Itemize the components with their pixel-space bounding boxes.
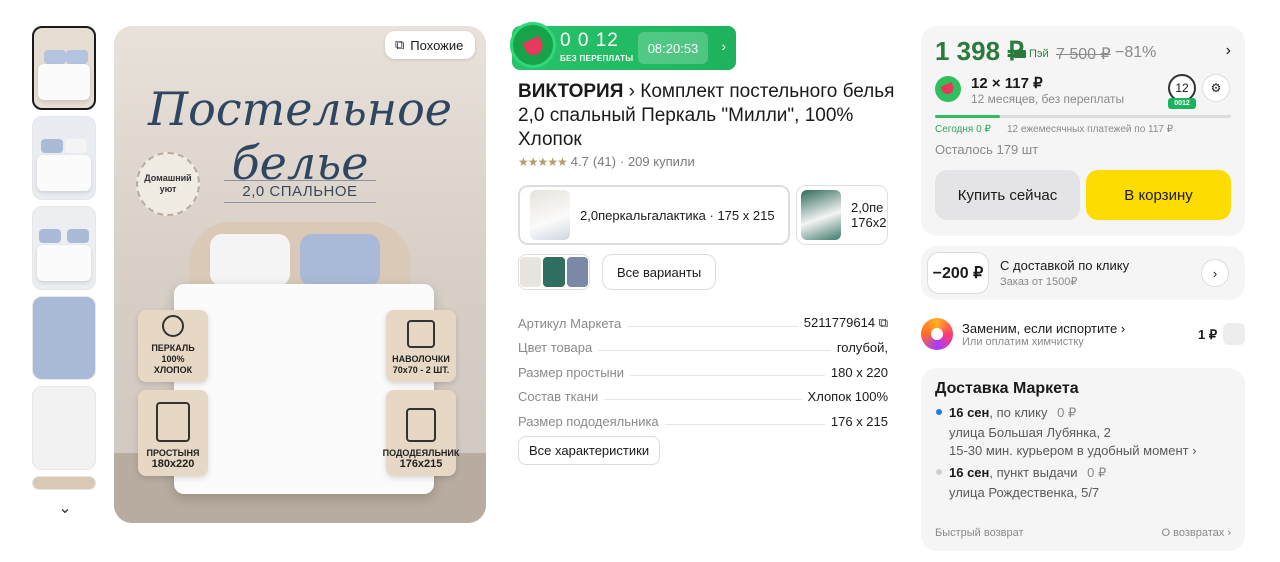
split-logo-icon xyxy=(510,22,556,68)
fast-return: Быстрый возврат xyxy=(935,527,1024,539)
variant-label: 2,0пе 176x2 xyxy=(851,200,887,230)
spec-row: Цвет товара голубой, xyxy=(518,340,888,355)
card-icon xyxy=(1014,50,1026,58)
chevron-right-icon: › xyxy=(721,38,726,54)
variant-mini-thumbs[interactable] xyxy=(518,254,590,290)
thumbnail-1[interactable] xyxy=(32,26,96,110)
split-progress-bar xyxy=(935,115,1231,118)
thumbnail-2[interactable] xyxy=(32,116,96,200)
similar-button[interactable]: ⧉ Похожие xyxy=(385,31,476,59)
bought-count: · 209 купили xyxy=(620,154,695,169)
pay-badge: Пэй xyxy=(1014,48,1049,60)
returns-link[interactable]: О возвратах › xyxy=(1162,527,1231,539)
delivery-promo-title: С доставкой по клику xyxy=(1000,258,1130,273)
delivery-address-2: улица Рождественка, 5/7 xyxy=(949,485,1100,500)
stock-left: Осталось 179 шт xyxy=(935,142,1039,157)
spec-row: Состав ткани Хлопок 100% xyxy=(518,389,888,404)
replace-service-icon xyxy=(921,318,953,350)
sheet-badge: ПРОСТЫНЯ 180x220 xyxy=(138,390,208,476)
hero-subtitle: 2,0 СПАЛЬНОЕ xyxy=(224,180,376,203)
split-amount: 0 0 12 xyxy=(560,30,619,51)
spec-row: Артикул Маркета 5211779614 ⧉ xyxy=(518,314,888,331)
settings-icon[interactable]: ⚙ xyxy=(1202,74,1230,102)
monthly-payments: 12 ежемесячных платежей по 117 ₽ xyxy=(1007,124,1174,135)
delivery-option-2[interactable]: 16 сен, пункт выдачи 0 ₽ xyxy=(949,465,1106,481)
duvet-cover-icon xyxy=(406,408,436,442)
variant-option[interactable]: 2,0пе 176x2 xyxy=(796,185,888,245)
split-banner[interactable]: 0 0 12 БЕЗ ПЕРЕПЛАТЫ 08:20:53 › xyxy=(510,22,736,70)
discount: −81% xyxy=(1115,44,1157,61)
product-main-image[interactable]: Постельное белье 2,0 СПАЛЬНОЕ Домашний у… xyxy=(114,26,486,523)
market-delivery-title: Доставка Маркета xyxy=(935,380,1079,397)
delivery-note-1[interactable]: 15-30 мин. курьером в удобный момент › xyxy=(949,443,1197,458)
spec-list: Артикул Маркета 5211779614 ⧉ Цвет товара г… xyxy=(518,306,888,429)
split-terms: 12 месяцев, без переплаты xyxy=(971,92,1125,106)
split-badge-tag: 0012 xyxy=(1168,98,1196,109)
split-timer: 08:20:53 xyxy=(638,32,708,64)
product-title: ВИКТОРИЯ › Комплект постельного белья 2,… xyxy=(518,80,898,152)
sheet-icon xyxy=(156,402,190,442)
current-price: 1 398 ₽ xyxy=(935,36,1024,66)
brand-link[interactable]: ВИКТОРИЯ xyxy=(518,81,623,102)
duvet-badge: ПОДОДЕЯЛЬНИК 176x215 xyxy=(383,390,459,476)
chevron-down-icon[interactable]: ⌄ xyxy=(32,498,98,518)
spec-row: Размер простыни 180 x 220 xyxy=(518,364,888,380)
replace-option[interactable]: Заменим, если испортите › Или оплатим хи… xyxy=(921,316,1245,352)
variant-label: 2,0перкальгалактика · 175 x 215 xyxy=(580,207,775,223)
chevron-right-icon[interactable]: › xyxy=(1201,259,1229,287)
option-dot-icon xyxy=(936,469,942,475)
percale-badge: ПЕРКАЛЬ 100% ХЛОПОК xyxy=(138,310,208,382)
all-variants-button[interactable]: Все варианты xyxy=(602,254,717,290)
split-installment: 12 × 117 ₽ xyxy=(971,75,1043,92)
mini-thumb xyxy=(520,257,542,287)
split-logo-icon xyxy=(935,76,961,102)
pillowcase-icon xyxy=(407,320,435,348)
all-specs-button[interactable]: Все характеристики xyxy=(518,436,661,465)
review-count: (41) xyxy=(592,154,616,169)
rating-row[interactable]: ★★★★★ 4.7 (41) · 209 купили xyxy=(518,154,695,169)
pillowcases-badge: НАВОЛОЧКИ 70x70 - 2 ШТ. xyxy=(386,310,456,382)
delivery-promo-card[interactable]: −200 ₽ С доставкой по клику Заказ от 150… xyxy=(921,246,1245,300)
variant-selected[interactable]: 2,0перкальгалактика · 175 x 215 xyxy=(518,185,790,245)
delivery-option-1[interactable]: 16 сен, по клику 0 ₽ xyxy=(949,405,1076,421)
thumbnail-strip xyxy=(32,26,98,496)
similar-icon: ⧉ xyxy=(395,37,405,52)
rating-value: 4.7 xyxy=(570,154,589,169)
thumbnail-6[interactable] xyxy=(32,476,96,490)
rating-stars-icon: ★★★★★ xyxy=(518,154,568,169)
delivery-promo-sub: Заказ от 1500₽ xyxy=(1000,276,1078,288)
variant-image xyxy=(530,190,570,240)
mini-thumb xyxy=(566,257,588,287)
thumbnail-5[interactable] xyxy=(32,386,96,470)
replace-price: 1 ₽ xyxy=(1198,327,1218,342)
pillow-decor xyxy=(300,234,380,286)
option-dot-icon xyxy=(936,409,942,415)
old-price: 7 500 ₽ xyxy=(1056,46,1111,63)
cozy-badge: Домашний уют xyxy=(136,152,200,216)
spec-row: Размер пододеяльника 176 x 215 xyxy=(518,413,888,429)
today-payment: Сегодня 0 ₽ xyxy=(935,124,991,135)
buy-now-button[interactable]: Купить сейчас xyxy=(935,170,1080,220)
variant-image xyxy=(801,190,841,240)
market-delivery-card: Доставка Маркета 16 сен, по клику 0 ₽ ул… xyxy=(921,368,1245,551)
price-card: 1 398 ₽ Пэй 7 500 ₽ −81% › 12 × 117 ₽ 12… xyxy=(921,26,1245,236)
cotton-icon xyxy=(162,315,184,337)
thumbnail-4[interactable] xyxy=(32,296,96,380)
replace-checkbox[interactable] xyxy=(1223,323,1245,345)
brand-chevron-icon: › xyxy=(628,81,641,102)
delivery-address-1: улица Большая Лубянка, 2 xyxy=(949,425,1111,440)
thumbnail-3[interactable] xyxy=(32,206,96,290)
chevron-right-icon[interactable]: › xyxy=(1226,42,1231,60)
split-caption: БЕЗ ПЕРЕПЛАТЫ xyxy=(560,54,634,63)
replace-sub: Или оплатим химчистку xyxy=(962,336,1084,348)
pillow-decor xyxy=(210,234,290,286)
add-to-cart-button[interactable]: В корзину xyxy=(1086,170,1231,220)
discount-chip: −200 ₽ xyxy=(927,252,989,294)
mini-thumb xyxy=(543,257,565,287)
replace-title[interactable]: Заменим, если испортите › xyxy=(962,321,1125,336)
